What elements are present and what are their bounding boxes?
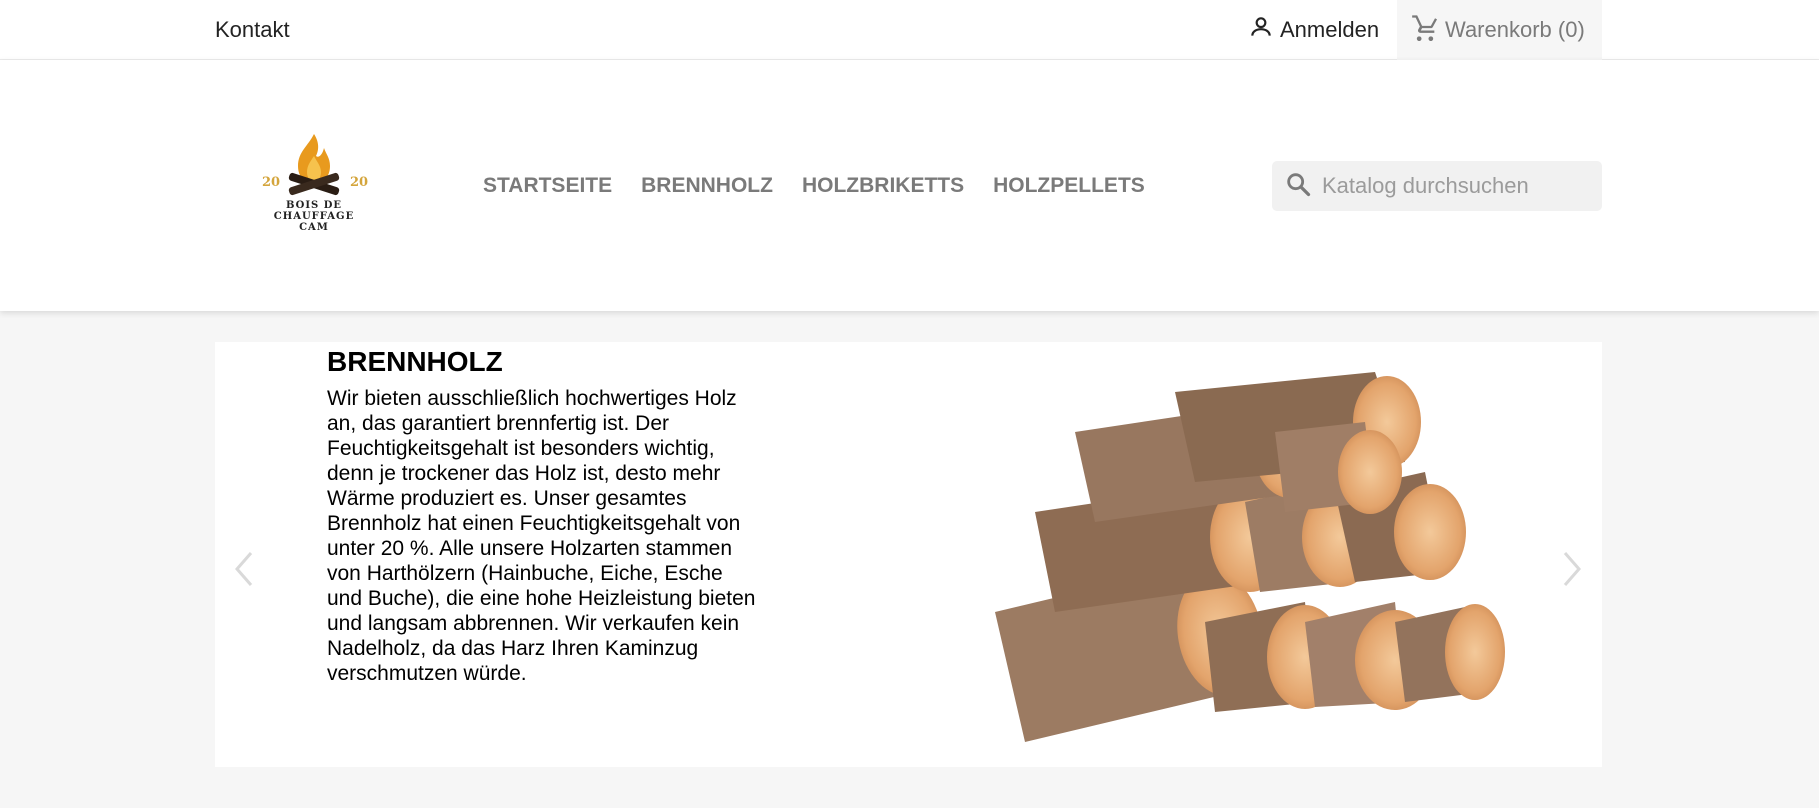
slider-prev-button[interactable] bbox=[229, 547, 259, 591]
logo-text: BOIS DE CHAUFFAGE CAM bbox=[250, 200, 378, 233]
signin-label: Anmelden bbox=[1280, 17, 1380, 42]
site-header: 20 20 BOIS DE CHAUFFAGE CAM STARTSEITE B… bbox=[0, 60, 1819, 311]
chevron-right-icon bbox=[1563, 552, 1581, 586]
search-box bbox=[1272, 161, 1602, 211]
slide-description: Wir bieten ausschließlich hochwertiges H… bbox=[327, 387, 756, 685]
chevron-left-icon bbox=[235, 552, 253, 586]
top-bar: Kontakt Anmelden Warenkorb (0) bbox=[0, 0, 1819, 60]
logo[interactable]: 20 20 BOIS DE CHAUFFAGE CAM bbox=[250, 130, 378, 233]
firewood-image bbox=[975, 372, 1515, 752]
nav-item-holzpellets[interactable]: HOLZPELLETS bbox=[993, 174, 1145, 198]
slider-next-button[interactable] bbox=[1557, 547, 1587, 591]
logo-year-left: 20 bbox=[262, 175, 281, 190]
user-icon bbox=[1248, 14, 1274, 46]
main-nav: STARTSEITE BRENNHOLZ HOLZBRIKETTS HOLZPE… bbox=[483, 174, 1145, 198]
cart-button[interactable]: Warenkorb (0) bbox=[1397, 0, 1602, 60]
search-input[interactable] bbox=[1322, 173, 1592, 199]
contact-link[interactable]: Kontakt bbox=[215, 17, 290, 43]
nav-item-brennholz[interactable]: BRENNHOLZ bbox=[641, 174, 773, 198]
cart-label: Warenkorb (0) bbox=[1445, 17, 1585, 42]
logo-year-right: 20 bbox=[350, 175, 369, 190]
nav-item-holzbriketts[interactable]: HOLZBRIKETTS bbox=[802, 174, 964, 198]
logo-line-1: BOIS DE CHAUFFAGE bbox=[273, 200, 355, 222]
search-icon[interactable] bbox=[1284, 170, 1312, 203]
logo-line-2: CAM bbox=[299, 222, 329, 233]
slide-title: BRENNHOLZ bbox=[327, 346, 503, 377]
hero-slider: BRENNHOLZ Wir bieten ausschließlich hoch… bbox=[215, 342, 1602, 767]
cart-icon bbox=[1411, 13, 1439, 47]
signin-button[interactable]: Anmelden bbox=[1248, 0, 1379, 60]
nav-item-startseite[interactable]: STARTSEITE bbox=[483, 174, 612, 198]
